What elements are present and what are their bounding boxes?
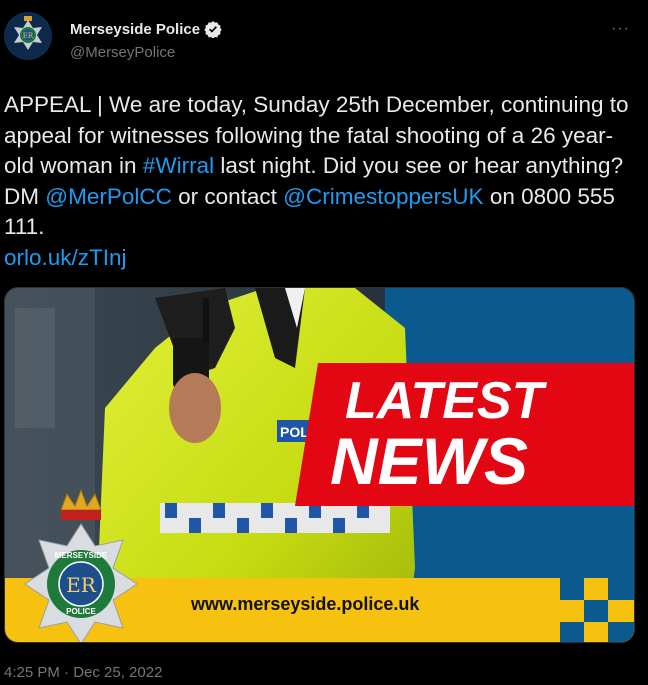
badge-monogram: ER <box>66 573 97 597</box>
tweet-url-link[interactable]: orlo.uk/zTInj <box>4 245 127 270</box>
vest-badge-text: POL <box>280 424 309 440</box>
account-handle[interactable]: @MerseyPolice <box>70 44 175 61</box>
svg-text:ER: ER <box>23 32 34 40</box>
police-crest-icon: ER <box>4 12 52 60</box>
tweet-media-image[interactable]: POL LATEST NEWS www.merseyside.police.uk <box>4 287 635 643</box>
account-name-row: Merseyside Police <box>70 20 222 38</box>
verified-badge-icon <box>204 21 222 38</box>
headline-line1: LATEST <box>345 372 548 430</box>
headline-line2: NEWS <box>330 424 528 498</box>
latest-news-graphic: POL LATEST NEWS www.merseyside.police.uk <box>5 288 634 642</box>
hashtag-link[interactable]: #Wirral <box>143 153 214 178</box>
badge-text-bottom: POLICE <box>66 607 96 616</box>
account-name[interactable]: Merseyside Police <box>70 21 200 38</box>
mention-link-crimestoppers[interactable]: @CrimestoppersUK <box>283 184 483 209</box>
vest-checker-band <box>160 503 390 533</box>
tweet-text: APPEAL | We are today, Sunday 25th Decem… <box>4 90 634 273</box>
badge-text-top: MERSEYSIDE <box>55 551 108 560</box>
more-options-icon[interactable]: ··· <box>611 20 630 38</box>
avatar[interactable]: ER <box>4 12 52 60</box>
tweet-text-mid2: or contact <box>171 183 284 209</box>
checker-corner <box>560 578 634 642</box>
tweet-timestamp[interactable]: 4:25 PM · Dec 25, 2022 <box>4 664 162 681</box>
website-text: www.merseyside.police.uk <box>190 594 420 614</box>
mention-link-merpolcc[interactable]: @MerPolCC <box>45 184 172 209</box>
